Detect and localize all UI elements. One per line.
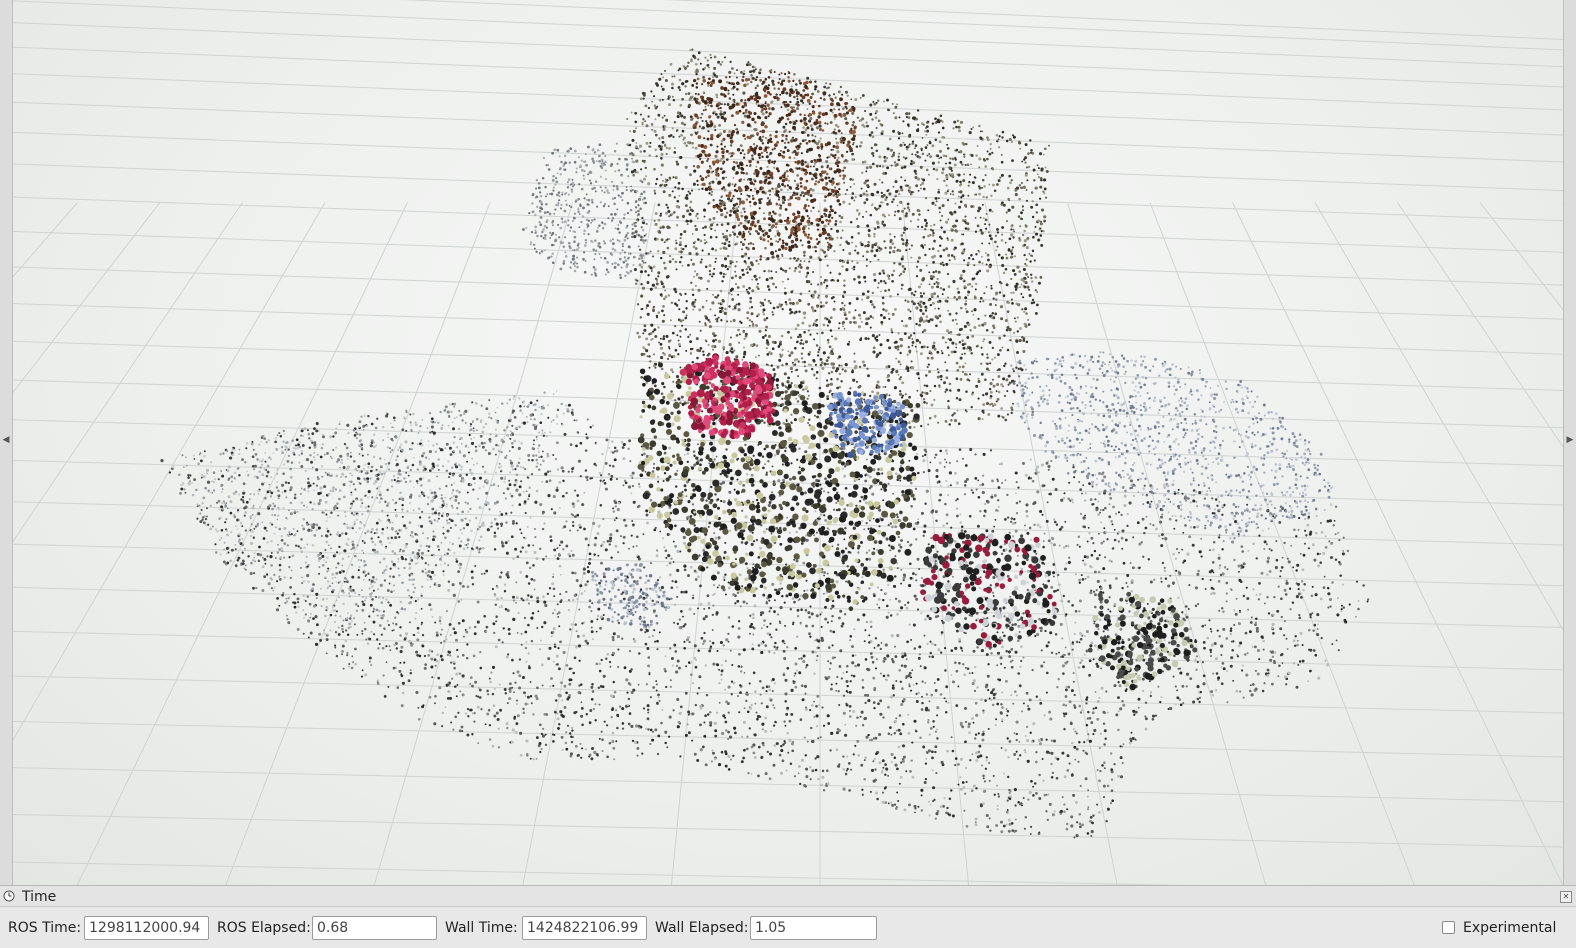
time-panel-title: Time	[22, 889, 57, 905]
ros-elapsed-label: ROS Elapsed:	[217, 920, 311, 936]
ros-elapsed-field[interactable]: 0.68	[312, 916, 437, 940]
left-panel-splitter[interactable]: ◀	[0, 0, 13, 885]
3d-render-viewport[interactable]: ◀ ▶	[0, 0, 1576, 885]
experimental-checkbox[interactable]	[1442, 921, 1455, 934]
left-arrow-icon[interactable]: ◀	[0, 434, 12, 446]
time-panel-header: Time ✕	[0, 885, 1576, 907]
3d-scene	[0, 0, 1576, 885]
wall-elapsed-label: Wall Elapsed:	[655, 920, 749, 936]
clock-icon	[3, 890, 15, 902]
wall-time-field[interactable]: 1424822106.99	[522, 916, 647, 940]
close-icon[interactable]: ✕	[1560, 891, 1572, 903]
ros-time-label: ROS Time:	[8, 920, 82, 936]
wall-time-label: Wall Time:	[445, 920, 518, 936]
wall-elapsed-field[interactable]: 1.05	[750, 916, 877, 940]
experimental-label: Experimental	[1463, 920, 1557, 936]
time-panel: ROS Time: 1298112000.94 ROS Elapsed: 0.6…	[0, 907, 1576, 948]
ros-time-field[interactable]: 1298112000.94	[84, 916, 209, 940]
point-cloud	[160, 48, 1370, 839]
right-arrow-icon[interactable]: ▶	[1564, 434, 1576, 446]
right-panel-splitter[interactable]: ▶	[1563, 0, 1576, 885]
